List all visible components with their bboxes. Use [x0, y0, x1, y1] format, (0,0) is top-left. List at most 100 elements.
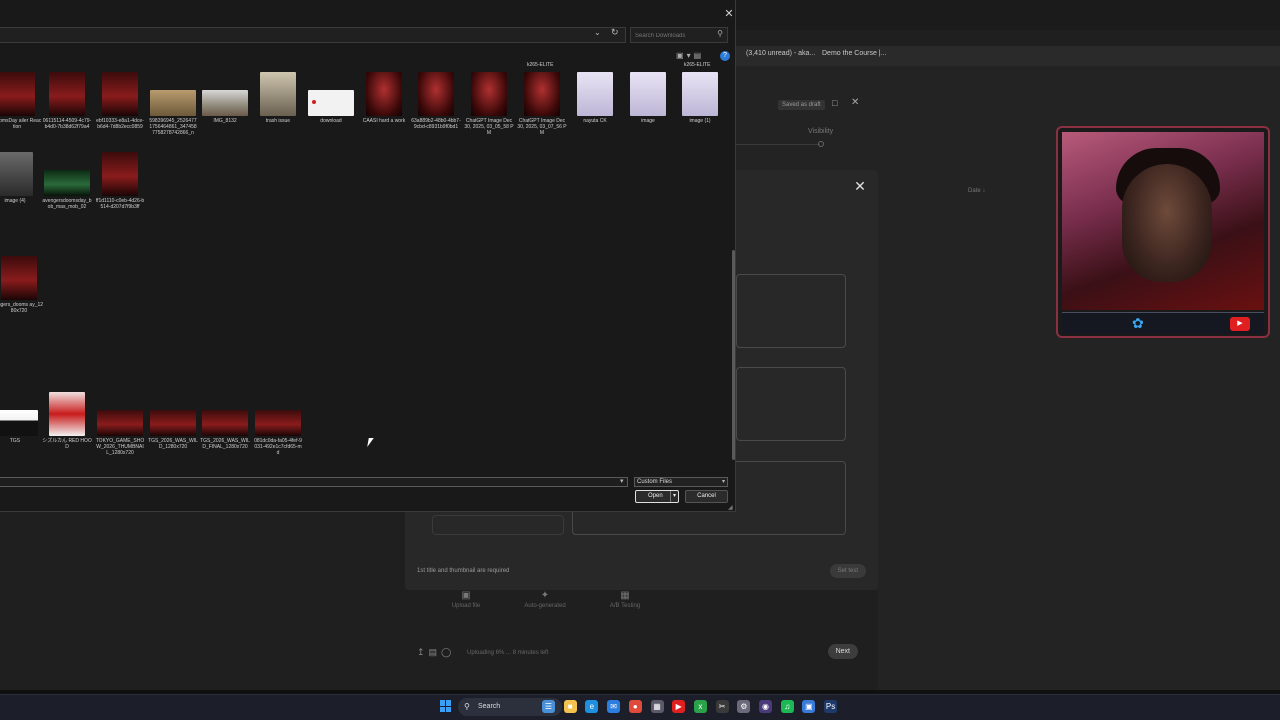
file-item[interactable]: TOKYO_GAME_SHOW_2026_THUMBNAIL_1280x720	[95, 392, 145, 456]
chrome-icon[interactable]: ●	[628, 700, 642, 713]
bookmarks-bar: (3,410 unread) - aka... Demo the Course …	[736, 46, 1280, 66]
file-item[interactable]: avengersdoomsday_bob_mas_mob_02	[42, 152, 92, 210]
thumbnail-slot-3[interactable]	[432, 515, 564, 535]
file-item[interactable]: ChatGPT Image Dec 30, 2025, 03_07_56 PM	[517, 72, 567, 136]
settings-icon[interactable]: ⚙	[737, 700, 751, 713]
dialog-close-icon[interactable]: ✕	[722, 7, 736, 21]
chevron-down-icon[interactable]: ▾	[670, 491, 678, 502]
check-circle-icon: ◯	[441, 647, 456, 657]
visibility-step-label: Visibility	[808, 128, 834, 135]
search-downloads-box[interactable]: ⚲	[630, 27, 728, 43]
file-thumbnail	[202, 410, 248, 436]
screen: (3,410 unread) - aka... Demo the Course …	[0, 0, 1280, 720]
help-icon[interactable]: ?	[720, 51, 730, 61]
refresh-icon[interactable]: ↻	[611, 27, 619, 38]
windows-start-icon[interactable]	[440, 700, 452, 712]
file-item[interactable]: 06115114-4509-4c79-b4d0-7b38d62f79a4	[42, 72, 92, 130]
file-thumbnail	[260, 72, 296, 116]
title-field-1[interactable]	[736, 274, 846, 348]
file-item[interactable]: image (4)	[0, 152, 40, 204]
details-pane-icon[interactable]: ▤	[694, 51, 705, 60]
dialog-close-icon[interactable]: ✕	[852, 178, 868, 194]
next-button[interactable]: Next	[827, 644, 858, 659]
auto-generated-tool[interactable]: ✦ Auto-generated	[510, 590, 580, 609]
search-icon: ⚲	[464, 702, 470, 711]
spotify-icon[interactable]: ♫	[780, 700, 794, 713]
upload-footer: ▣ Upload file ✦ Auto-generated ▦ A/B Tes…	[405, 590, 878, 690]
file-item[interactable]: ebf10333-e8a1-4dce-b6d4-7d8b2ecc0859	[95, 72, 145, 130]
file-item[interactable]: シズルカん RED HOOD	[42, 392, 92, 450]
file-item[interactable]: image (1)	[675, 72, 725, 124]
scrollbar-thumb[interactable]	[732, 250, 735, 460]
file-name-input[interactable]	[0, 477, 628, 487]
upload-file-tool[interactable]: ▣ Upload file	[431, 590, 501, 609]
capcut-icon[interactable]: ✂	[715, 700, 729, 713]
file-item[interactable]: IMG_8132	[200, 72, 250, 124]
file-item[interactable]: 081dc0da-fa05-4fef-9031-492e1c7cfd65-md	[253, 392, 303, 456]
set-test-button[interactable]: Set test	[829, 564, 866, 578]
search-input[interactable]	[635, 30, 715, 41]
file-name: engers_dooms ay_1280x720	[0, 302, 44, 314]
file-name: image (4)	[4, 198, 26, 204]
file-item[interactable]: CAASI hard a work	[359, 72, 409, 124]
open-button[interactable]: Open ▾	[635, 490, 679, 503]
file-item[interactable]: TGS	[0, 392, 40, 444]
file-item[interactable]: ChatGPT Image Dec 30, 2025, 03_05_58 PM	[464, 72, 514, 136]
stepper-line	[736, 144, 820, 145]
webcam-person	[1122, 164, 1212, 282]
file-thumbnail	[150, 90, 196, 116]
file-explorer-icon[interactable]: ■	[563, 700, 577, 713]
file-name: avengersdoomsday_bob_mas_mob_02	[42, 198, 92, 210]
mail-icon[interactable]: ✉	[607, 700, 621, 713]
photoshop-icon[interactable]: Ps	[824, 700, 838, 713]
taskbar-search-label: Search	[478, 703, 501, 710]
file-name: TGS	[9, 438, 21, 444]
file-item[interactable]: TGS_2026_WAS_WILD_1280x720	[148, 392, 198, 450]
file-item[interactable]: 63a889b2-48b0-4bb7-9cbd-c8931b9f0bd1	[411, 72, 461, 130]
file-name: ebf10333-e8a1-4dce-b6d4-7d8b2ecc0859	[96, 118, 144, 130]
file-name: IMG_8132	[213, 118, 237, 124]
bookmark-demo-course[interactable]: Demo the Course |...	[822, 50, 886, 57]
file-name: CAASI hard a work	[362, 118, 406, 124]
photos-icon[interactable]: ▣	[802, 700, 816, 713]
file-item[interactable]: engers_dooms ay_1280x720	[0, 256, 44, 314]
bookmark-mail[interactable]: (3,410 unread) - aka...	[746, 50, 815, 57]
file-item[interactable]: 598396945_25264771756464861_347458775827…	[148, 72, 198, 136]
file-item[interactable]: DoomsDay ailer Reaction	[0, 72, 42, 130]
chevron-down-icon[interactable]: ▾	[620, 477, 624, 485]
file-thumbnail	[577, 72, 613, 116]
cancel-button[interactable]: Cancel	[685, 490, 728, 503]
youtube-app-icon[interactable]: ▶	[672, 700, 686, 713]
date-column-header[interactable]: Date ↓	[968, 188, 985, 194]
file-name: image	[641, 118, 655, 124]
file-item[interactable]: ff1d1110-c0eb-4d26-b514-d207d7f9b3ff	[95, 152, 145, 210]
search-icon: ⚲	[717, 29, 723, 38]
file-item[interactable]: download	[306, 72, 356, 124]
chevron-down-icon[interactable]: ⌄	[594, 28, 601, 37]
file-item[interactable]: nayuta CK	[570, 72, 620, 124]
ab-testing-tool[interactable]: ▦ A/B Testing	[590, 590, 660, 609]
obs-icon[interactable]: ◉	[759, 700, 772, 713]
file-item[interactable]: image	[623, 72, 673, 124]
ab-test-icon: ▦	[620, 590, 630, 601]
chevron-down-icon[interactable]: ▾	[687, 51, 694, 60]
file-name: trash issue	[265, 118, 291, 124]
feedback-icon[interactable]: □	[832, 98, 837, 108]
view-menu-icon[interactable]: ▣	[676, 51, 687, 60]
file-name: シズルカん RED HOOD	[42, 438, 92, 450]
store-icon[interactable]: ▦	[650, 700, 664, 713]
title-field-2[interactable]	[736, 367, 846, 441]
file-type-filter[interactable]: Custom Files ▾	[634, 477, 728, 487]
studio-close-icon[interactable]: ✕	[851, 97, 859, 108]
webcam-social-bar: ✿ ▶	[1062, 312, 1264, 334]
resize-grip-icon[interactable]: ◢	[728, 504, 733, 511]
file-item[interactable]: trash issue	[253, 72, 303, 124]
xbox-icon[interactable]: x	[693, 700, 707, 713]
edge-icon[interactable]: e	[585, 700, 599, 713]
chevron-down-icon: ▾	[721, 479, 725, 485]
view-options[interactable]: ▣▾▤	[676, 51, 704, 60]
widgets-icon[interactable]: ☰	[542, 700, 555, 713]
file-item[interactable]: TGS_2026_WAS_WILD_FINAL_1280x720	[200, 392, 250, 450]
address-bar[interactable]	[0, 27, 626, 43]
upload-progress-text: Uploading 6% ... 8 minutes left	[467, 650, 549, 656]
